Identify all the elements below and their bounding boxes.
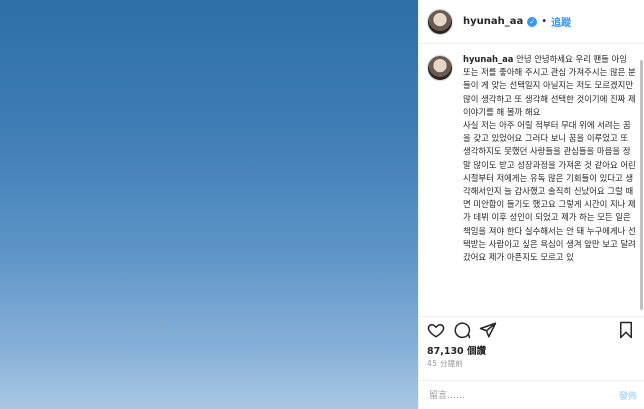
post-header: hyunah_aa ✓ • 追蹤 bbox=[419, 0, 644, 44]
comment-input[interactable] bbox=[427, 388, 601, 404]
caption-text: hyunah_aa 안녕 안녕하세요 우리 팬들 아잉 또는 저를 좋아해 주시… bbox=[463, 53, 637, 307]
instagram-post-view: hyunah_aa ✓ • 追蹤 hyunah_aa 안녕 안녕하세요 우리 팬… bbox=[0, 0, 644, 409]
comment-icon[interactable] bbox=[453, 321, 471, 339]
follow-button[interactable]: 追蹤 bbox=[551, 14, 571, 29]
comment-bar: 發佈 bbox=[419, 380, 644, 409]
heart-icon[interactable] bbox=[427, 321, 445, 339]
caption-body: 안녕 안녕하세요 우리 팬들 아잉 또는 저를 좋아해 주시고 관심 가져주시는… bbox=[463, 54, 636, 263]
post-comment-button[interactable]: 發佈 bbox=[619, 389, 637, 402]
caption-avatar[interactable] bbox=[427, 55, 453, 81]
post-photo[interactable] bbox=[0, 0, 418, 409]
action-bar bbox=[419, 316, 644, 342]
caption-username[interactable]: hyunah_aa bbox=[463, 54, 513, 64]
share-icon[interactable] bbox=[479, 321, 497, 339]
verified-badge-icon: ✓ bbox=[527, 16, 538, 27]
avatar[interactable] bbox=[427, 8, 453, 35]
photo-speck bbox=[160, 322, 165, 326]
post-timestamp[interactable]: 45 分鐘前 bbox=[427, 358, 463, 369]
likes-count[interactable]: 87,130 個讚 bbox=[427, 343, 486, 357]
caption-block: hyunah_aa 안녕 안녕하세요 우리 팬들 아잉 또는 저를 좋아해 주시… bbox=[419, 45, 644, 315]
post-side-panel: hyunah_aa ✓ • 追蹤 hyunah_aa 안녕 안녕하세요 우리 팬… bbox=[418, 0, 644, 409]
bookmark-icon[interactable] bbox=[617, 321, 635, 339]
separator-dot: • bbox=[541, 16, 548, 27]
caption-scrollbar[interactable] bbox=[640, 60, 643, 310]
username-link[interactable]: hyunah_aa bbox=[463, 16, 523, 27]
